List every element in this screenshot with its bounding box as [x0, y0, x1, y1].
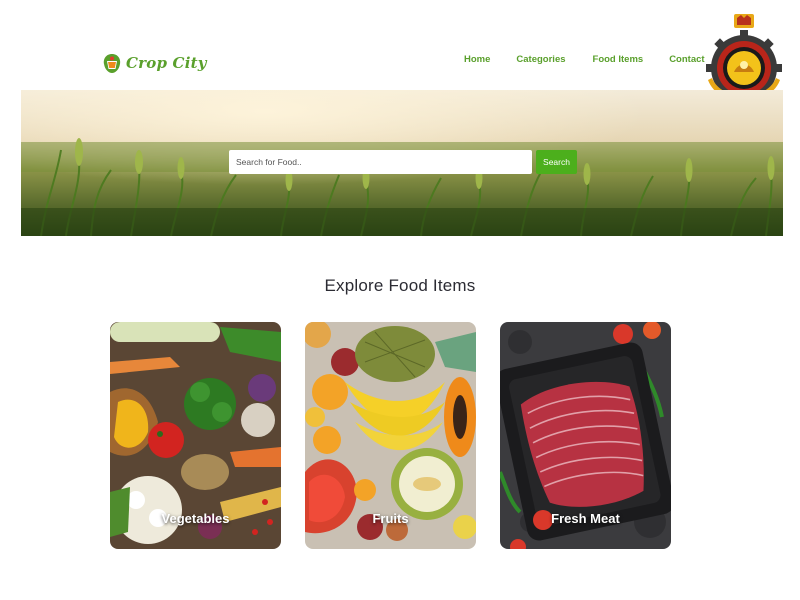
nav-item-home[interactable]: Home [464, 54, 490, 65]
category-card-fruits[interactable]: Fruits [305, 322, 476, 549]
card-label-fresh-meat: Fresh Meat [551, 511, 620, 526]
category-card-fresh-meat[interactable]: Fresh Meat [500, 322, 671, 549]
search-input[interactable] [229, 150, 532, 174]
produce-basket-icon [103, 54, 121, 73]
search-button[interactable]: Search [536, 150, 577, 174]
brand-name: Crop City [126, 54, 207, 72]
card-label-vegetables: Vegetables [161, 511, 230, 526]
section-title: Explore Food Items [324, 276, 476, 295]
search-bar: Search [229, 150, 577, 174]
navbar: Crop City Home Categories Food Items Con… [0, 0, 800, 90]
nav-item-categories[interactable]: Categories [516, 54, 565, 65]
nav-item-contact[interactable]: Contact [669, 54, 704, 65]
category-card-vegetables[interactable]: Vegetables [110, 322, 281, 549]
main-menu: Home Categories Food Items Contact [464, 54, 705, 65]
nav-item-food-items[interactable]: Food Items [593, 54, 644, 65]
card-label-fruits: Fruits [372, 511, 409, 526]
brand-logo[interactable]: Crop City [102, 52, 207, 74]
